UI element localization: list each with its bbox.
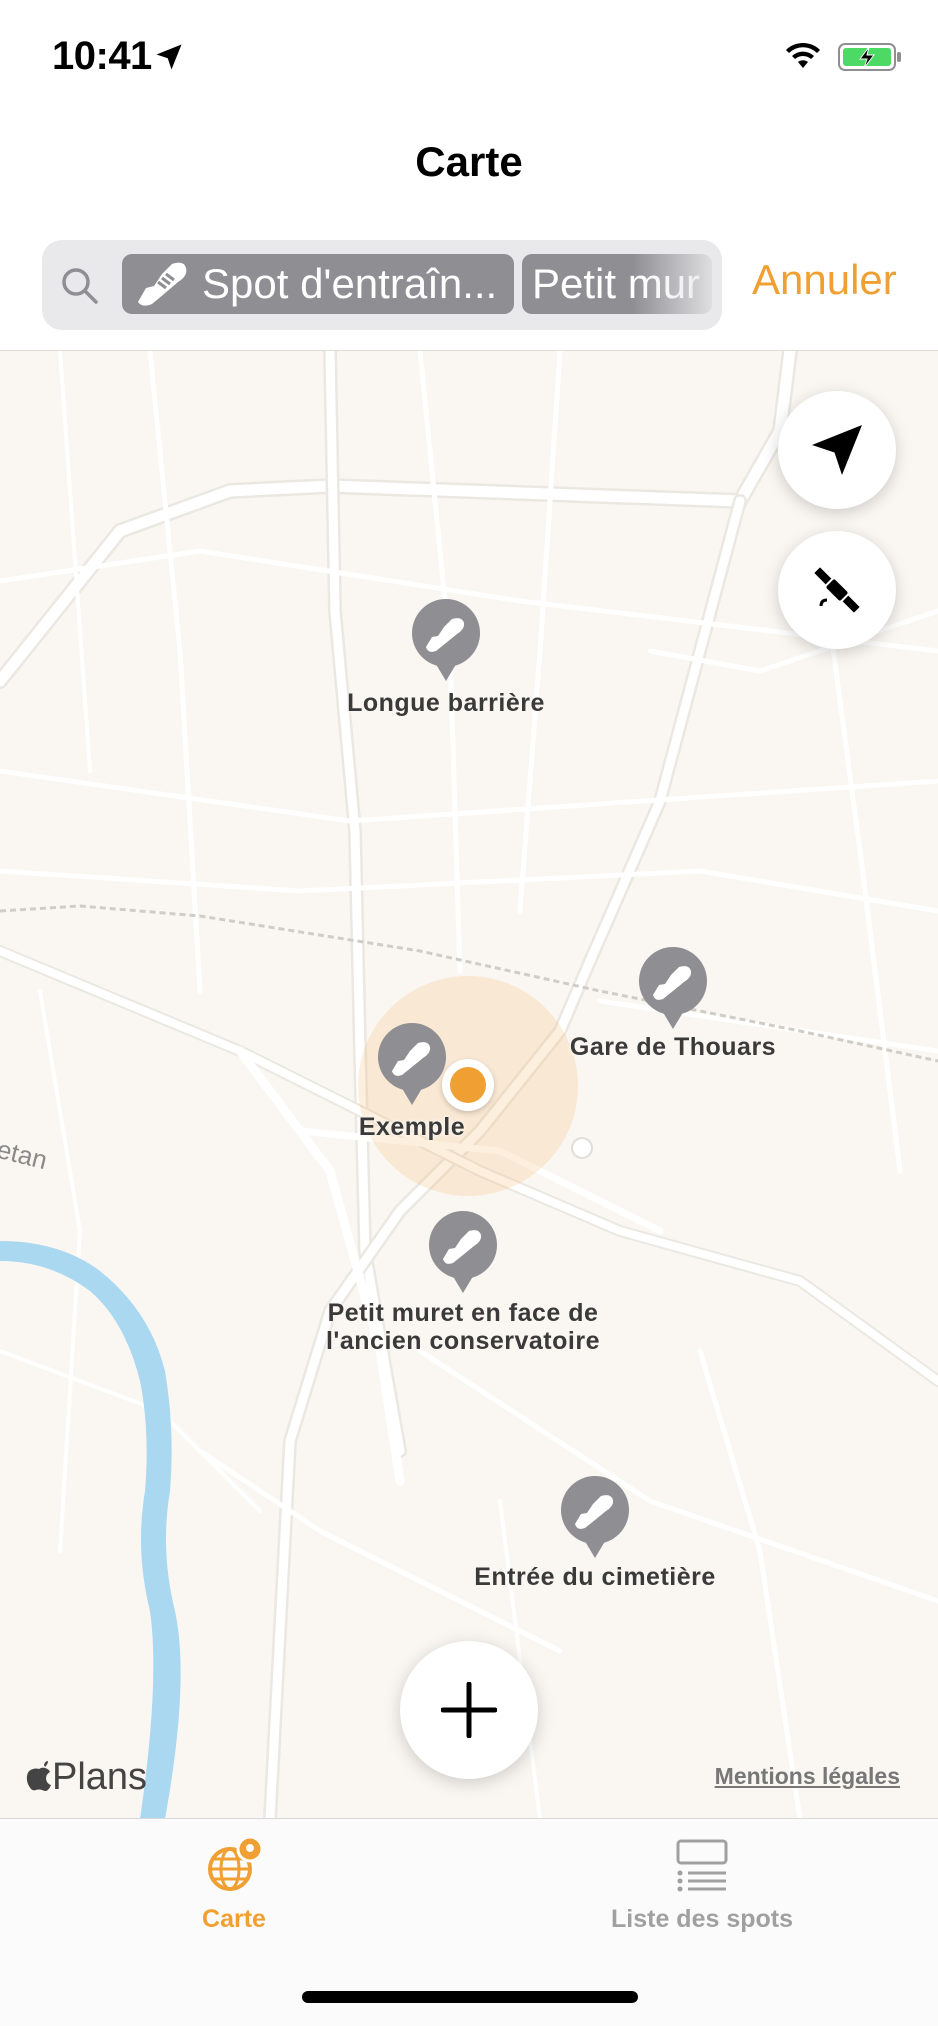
apple-logo-icon xyxy=(26,1761,51,1791)
spot-pin-icon[interactable] xyxy=(559,1476,631,1558)
satellite-icon xyxy=(814,567,860,613)
maps-attribution-label: Plans xyxy=(52,1756,148,1798)
pin-label: Petit muret en face de l'ancien conserva… xyxy=(283,1299,643,1355)
legal-link[interactable]: Mentions légales xyxy=(715,1763,900,1790)
screen: 10:41 Carte Spot d'entraîn... Petit mur … xyxy=(0,0,938,2026)
location-arrow-icon xyxy=(156,44,182,70)
search-fade xyxy=(632,240,722,330)
pin-label: Exemple xyxy=(358,1113,466,1141)
cancel-button[interactable]: Annuler xyxy=(752,256,897,304)
pin-label: Gare de Thouars xyxy=(569,1033,777,1061)
maps-attribution: Plans xyxy=(26,1756,147,1799)
spot-pin-icon[interactable] xyxy=(427,1211,499,1293)
tab-liste-des-spots[interactable]: Liste des spots xyxy=(602,1835,802,1934)
shoe-icon xyxy=(138,262,187,306)
search-field[interactable]: Spot d'entraîn... Petit mur xyxy=(42,240,722,330)
spot-pin-icon[interactable] xyxy=(410,599,482,681)
add-spot-button[interactable] xyxy=(400,1641,538,1779)
spot-pin-icon[interactable] xyxy=(637,947,709,1029)
pin-label-line: l'ancien conservatoire xyxy=(325,1327,600,1355)
list-icon xyxy=(676,1839,728,1892)
tab-label: Carte xyxy=(202,1905,266,1933)
page-title: Carte xyxy=(415,138,523,185)
battery-charging-icon xyxy=(838,43,901,71)
spot-pin-icon[interactable] xyxy=(376,1023,448,1105)
tab-carte[interactable]: Carte xyxy=(134,1835,334,1934)
status-time: 10:41 xyxy=(52,34,152,78)
pin-label: Longue barrière xyxy=(347,689,545,717)
pin-label: Entrée du cimetière xyxy=(474,1563,716,1591)
search-icon xyxy=(62,268,98,304)
user-location-dot xyxy=(442,1059,494,1111)
recenter-location-button[interactable] xyxy=(778,391,896,509)
map-view[interactable]: lletan Longue barrière Gare de Thouars E… xyxy=(0,350,938,1819)
location-arrow-icon xyxy=(812,425,862,475)
tab-bar: Carte Liste des spots xyxy=(0,1818,938,2026)
wifi-icon xyxy=(786,42,820,68)
globe-pin-icon xyxy=(208,1835,264,1891)
search-token-spot-type[interactable]: Spot d'entraîn... xyxy=(122,254,514,314)
pin-label-line: Petit muret en face de xyxy=(327,1299,599,1327)
plus-icon xyxy=(441,1682,497,1738)
search-token-label: Spot d'entraîn... xyxy=(202,260,498,307)
status-bar: 10:41 xyxy=(0,0,938,115)
home-indicator[interactable] xyxy=(302,1991,638,2003)
tab-label: Liste des spots xyxy=(611,1905,793,1933)
satellite-view-button[interactable] xyxy=(778,531,896,649)
